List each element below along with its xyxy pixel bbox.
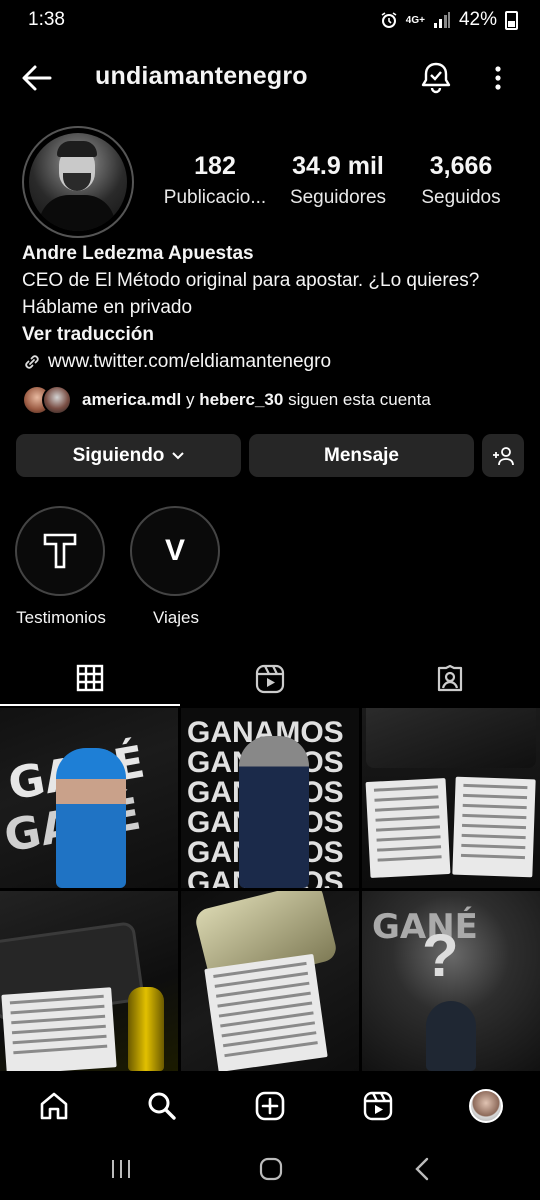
profile-link[interactable]: www.twitter.com/eldiamantenegro	[22, 348, 522, 375]
nav-search[interactable]	[144, 1088, 180, 1124]
question-mark-icon: ?	[422, 922, 459, 989]
nav-reels[interactable]	[360, 1088, 396, 1124]
highlight-cover	[15, 506, 105, 596]
tab-reels[interactable]	[180, 652, 360, 706]
bet-ticket	[452, 776, 536, 878]
add-person-icon	[493, 446, 514, 465]
tagged-icon	[437, 664, 463, 692]
battery-icon	[505, 10, 518, 30]
nav-create[interactable]	[252, 1088, 288, 1124]
stat-posts[interactable]: 182 Publicacio...	[160, 152, 270, 209]
stat-posts-label: Publicacio...	[163, 187, 267, 208]
bell-check-icon[interactable]	[421, 60, 451, 94]
profile-name: Andre Ledezma Apuestas	[22, 243, 254, 264]
home-button-icon[interactable]	[259, 1157, 283, 1181]
stat-following[interactable]: 3,666 Seguidos	[410, 152, 512, 209]
highlight-viajes[interactable]: V Viajes	[130, 506, 222, 628]
home-icon	[40, 1092, 68, 1120]
following-label: Siguiendo	[72, 444, 165, 466]
follower-avatar	[42, 385, 72, 415]
follower-name-2: heberc_30	[199, 390, 284, 409]
nav-profile[interactable]	[468, 1088, 504, 1124]
signal-icon	[433, 12, 450, 28]
plus-square-icon	[255, 1091, 285, 1121]
profile-tabs	[0, 652, 540, 708]
phone-screen	[366, 708, 536, 768]
suggested-users-button[interactable]	[482, 434, 524, 477]
tab-posts[interactable]	[0, 652, 180, 706]
message-label: Mensaje	[324, 444, 399, 466]
grid-icon	[76, 664, 104, 692]
follower-name-1: america.mdl	[82, 390, 182, 409]
highlight-label: Testimonios	[16, 608, 106, 627]
header-username: undiamantenegro	[95, 62, 308, 90]
translate-link[interactable]: Ver traducción	[22, 321, 522, 348]
profile-avatar[interactable]	[22, 126, 134, 238]
profile-bio: Andre Ledezma Apuestas CEO de El Método …	[22, 240, 522, 375]
post-thumbnail[interactable]	[362, 708, 540, 888]
profile-header: undiamantenegro	[0, 50, 540, 106]
avatar-photo	[29, 133, 127, 231]
stat-followers-value: 34.9 mil	[292, 152, 384, 180]
followed-by-text: america.mdl y heberc_30 siguen esta cuen…	[82, 390, 431, 410]
status-bar: 1:38 4G+ 42%	[0, 0, 540, 40]
status-time: 1:38	[28, 9, 65, 30]
post-thumbnail[interactable]: GANÉ ?	[362, 891, 540, 1071]
highlight-testimonios[interactable]: Testimonios	[15, 506, 107, 628]
t-logo-icon	[43, 533, 77, 569]
followed-by-conj: y	[185, 390, 195, 409]
bio-line-2: Háblame en privado	[22, 297, 193, 318]
posts-grid: GANÉ GANÉ GANAMOS GANAMOS GANAMOS GANAMO…	[0, 708, 540, 1071]
bet-ticket	[365, 777, 451, 879]
kebab-icon[interactable]	[488, 64, 508, 92]
post-person	[56, 748, 126, 888]
link-icon	[25, 354, 39, 369]
status-icons: 4G+ 42%	[380, 9, 518, 31]
arrow-left-icon[interactable]	[20, 62, 54, 94]
post-thumbnail[interactable]: GANÉ GANÉ	[0, 708, 178, 888]
stat-following-label: Seguidos	[421, 187, 501, 208]
profile-link-text: www.twitter.com/eldiamantenegro	[48, 351, 332, 372]
trophy-figure	[128, 987, 164, 1071]
bet-ticket	[1, 987, 117, 1071]
search-icon	[148, 1092, 176, 1120]
network-type: 4G+	[405, 14, 425, 26]
system-nav-bar	[0, 1140, 540, 1200]
stat-followers-label: Seguidores	[289, 187, 387, 208]
followed-by-suffix: siguen esta cuenta	[288, 390, 431, 409]
bio-line-1: CEO de El Método original para apostar. …	[22, 270, 480, 291]
message-button[interactable]: Mensaje	[249, 434, 474, 477]
nav-home[interactable]	[36, 1088, 72, 1124]
bottom-nav	[0, 1080, 540, 1132]
post-person	[426, 1001, 476, 1071]
reels-icon	[255, 664, 285, 694]
highlight-cover: V	[130, 506, 220, 596]
nav-profile-avatar	[469, 1089, 503, 1123]
reels-icon	[363, 1091, 393, 1121]
back-button-icon[interactable]	[414, 1157, 430, 1181]
tab-tagged[interactable]	[360, 652, 540, 706]
post-thumbnail[interactable]: GANAMOS GANAMOS GANAMOS GANAMOS GANAMOS …	[181, 708, 359, 888]
chevron-down-icon	[172, 451, 185, 459]
recent-apps-icon[interactable]	[110, 1158, 132, 1180]
post-thumbnail[interactable]	[0, 891, 178, 1071]
bet-ticket	[204, 953, 328, 1071]
post-thumbnail[interactable]	[181, 891, 359, 1071]
highlight-letter: V	[164, 534, 185, 567]
battery-percent: 42%	[458, 9, 497, 30]
followed-by[interactable]: america.mdl y heberc_30 siguen esta cuen…	[22, 384, 431, 416]
stat-posts-value: 182	[194, 152, 236, 180]
post-person	[239, 736, 309, 888]
highlight-label: Viajes	[153, 608, 199, 627]
stat-followers[interactable]: 34.9 mil Seguidores	[280, 152, 396, 209]
alarm-icon	[381, 12, 397, 28]
following-button[interactable]: Siguiendo	[16, 434, 241, 477]
stat-following-value: 3,666	[429, 152, 493, 180]
